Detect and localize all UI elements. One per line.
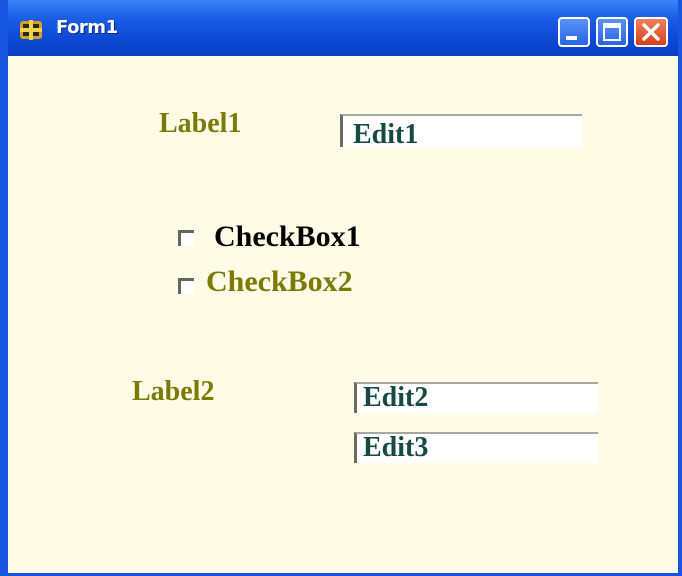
checkbox2-label[interactable]: CheckBox2 (206, 265, 353, 299)
edit3-input[interactable]: Edit3 (354, 432, 598, 463)
edit3-value: Edit3 (363, 432, 429, 463)
checkbox1-box[interactable] (178, 230, 194, 246)
window-frame-right (678, 0, 682, 576)
checkbox2-box[interactable] (178, 278, 194, 294)
edit1-value: Edit1 (353, 119, 419, 150)
minimize-button[interactable] (558, 17, 590, 47)
delphi-app-icon[interactable] (18, 18, 44, 42)
edit2-input[interactable]: Edit2 (354, 382, 598, 413)
edit2-value: Edit2 (363, 382, 429, 413)
edit1-input[interactable]: Edit1 (340, 114, 582, 150)
close-button[interactable] (634, 17, 668, 47)
maximize-button[interactable] (596, 17, 628, 47)
minimize-icon (566, 36, 577, 40)
window-title: Form1 (56, 17, 118, 38)
form1-window: Form1 Label1 Edit1 CheckBox1 CheckBox2 L… (0, 0, 682, 576)
checkbox1-label[interactable]: CheckBox1 (214, 220, 361, 254)
label1: Label1 (159, 108, 242, 139)
form-client-area: Label1 Edit1 CheckBox1 CheckBox2 Label2 … (8, 56, 678, 573)
window-frame-left (0, 0, 8, 576)
title-bar[interactable]: Form1 (0, 0, 682, 56)
close-icon (642, 23, 660, 41)
maximize-icon (603, 23, 621, 41)
label2: Label2 (132, 376, 215, 407)
